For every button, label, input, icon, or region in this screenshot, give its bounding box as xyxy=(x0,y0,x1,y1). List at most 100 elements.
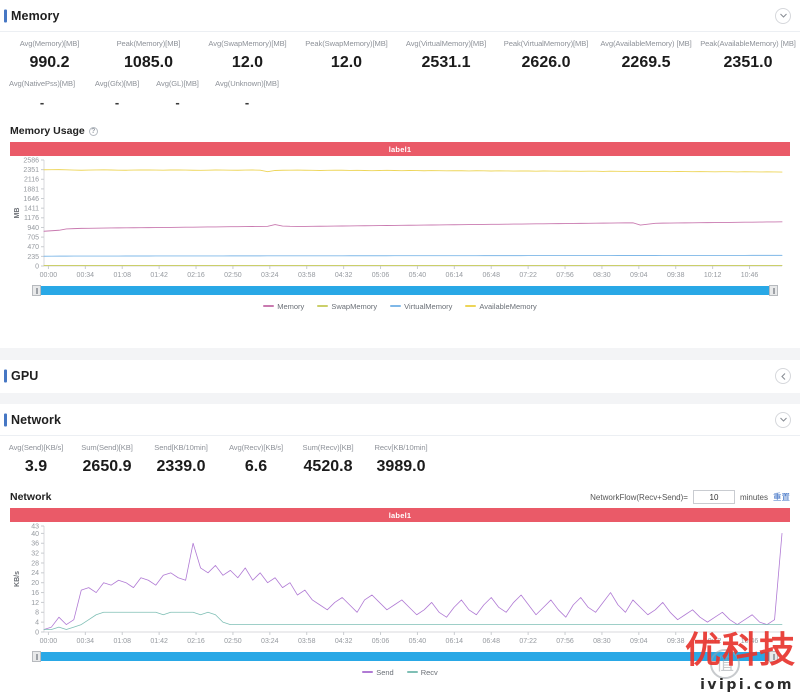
svg-text:03:58: 03:58 xyxy=(298,638,316,645)
legend-label: Memory xyxy=(277,302,304,311)
memory-chart-plot[interactable]: 0235470705940117614111646188121162351258… xyxy=(10,156,790,284)
network-collapse-button[interactable] xyxy=(775,412,791,428)
svg-text:06:48: 06:48 xyxy=(482,638,500,645)
network-panel-header: Network xyxy=(0,404,800,436)
memory-chart-title: Memory Usage xyxy=(10,125,85,137)
metric-value: 2351.0 xyxy=(696,52,800,74)
svg-text:2116: 2116 xyxy=(24,177,39,184)
metric-value: 4520.8 xyxy=(292,456,364,478)
metric-value: - xyxy=(84,92,150,114)
memory-chart-range-scrollbar[interactable] xyxy=(36,286,774,295)
network-flow-reset-link[interactable]: 重置 xyxy=(773,491,790,503)
svg-text:09:38: 09:38 xyxy=(667,272,685,279)
network-chart-header: Network NetworkFlow(Recv+Send)= minutes … xyxy=(10,488,790,506)
svg-text:10:12: 10:12 xyxy=(704,272,722,279)
legend-label: SwapMemory xyxy=(331,302,377,311)
range-handle-right[interactable] xyxy=(769,285,778,296)
metric-card: Avg(NativePss)[MB]- xyxy=(0,78,84,114)
panel-gap-2 xyxy=(0,393,800,404)
network-chart-title: Network xyxy=(10,491,51,503)
metric-label: Recv[KB/10min] xyxy=(364,442,438,454)
metric-label: Avg(NativePss)[MB] xyxy=(0,78,84,90)
svg-text:06:14: 06:14 xyxy=(446,638,464,645)
metric-card: Avg(AvailableMemory) [MB]2269.5 xyxy=(596,38,696,74)
metric-value: 3989.0 xyxy=(364,456,438,478)
svg-text:10:46: 10:46 xyxy=(741,272,759,279)
legend-item[interactable]: Send xyxy=(362,668,394,677)
svg-text:02:16: 02:16 xyxy=(187,638,205,645)
network-chart-block: Network NetworkFlow(Recv+Send)= minutes … xyxy=(0,488,800,682)
legend-swatch xyxy=(407,671,418,673)
svg-text:12: 12 xyxy=(31,600,39,607)
svg-text:08:30: 08:30 xyxy=(593,272,611,279)
svg-text:2586: 2586 xyxy=(23,157,39,164)
memory-chart-header: Memory Usage ? xyxy=(10,122,790,140)
metric-value: 1085.0 xyxy=(99,52,198,74)
legend-swatch xyxy=(263,305,274,307)
chevron-down-icon xyxy=(780,417,787,422)
svg-text:32: 32 xyxy=(31,551,39,558)
range-handle-right[interactable] xyxy=(769,651,778,662)
svg-text:01:42: 01:42 xyxy=(150,272,168,279)
panel-gap-1 xyxy=(0,348,800,360)
legend-swatch xyxy=(465,305,476,307)
svg-text:09:04: 09:04 xyxy=(630,638,648,645)
svg-text:10:46: 10:46 xyxy=(741,638,759,645)
legend-label: Recv xyxy=(421,668,438,677)
gpu-panel-header: GPU xyxy=(0,360,800,392)
svg-text:09:38: 09:38 xyxy=(667,638,685,645)
gpu-title: GPU xyxy=(0,369,38,383)
svg-text:05:06: 05:06 xyxy=(372,272,390,279)
svg-text:04:32: 04:32 xyxy=(335,272,353,279)
metric-value: 3.9 xyxy=(0,456,72,478)
range-handle-left[interactable] xyxy=(32,285,41,296)
legend-item[interactable]: VirtualMemory xyxy=(390,302,452,311)
network-chart-plot[interactable]: 048121620242832364043KB/s00:0000:3401:08… xyxy=(10,522,790,650)
network-flow-label: NetworkFlow(Recv+Send)= xyxy=(590,493,688,502)
metric-label: Avg(GL)[MB] xyxy=(150,78,205,90)
svg-text:07:22: 07:22 xyxy=(519,272,537,279)
svg-text:940: 940 xyxy=(27,225,39,232)
metric-label: Avg(Recv)[KB/s] xyxy=(220,442,292,454)
network-chart-label-bar: label1 xyxy=(10,508,790,522)
legend-swatch xyxy=(362,671,373,673)
memory-chart-label-bar: label1 xyxy=(10,142,790,156)
svg-text:20: 20 xyxy=(31,580,39,587)
legend-label: Send xyxy=(376,668,394,677)
metric-label: Peak(AvailableMemory) [MB] xyxy=(696,38,800,50)
memory-collapse-button[interactable] xyxy=(775,8,791,24)
legend-item[interactable]: Recv xyxy=(407,668,438,677)
memory-panel-header: Memory xyxy=(0,0,800,32)
svg-text:03:58: 03:58 xyxy=(298,272,316,279)
question-mark-icon[interactable]: ? xyxy=(89,127,98,136)
network-chart-range-scrollbar[interactable] xyxy=(36,652,774,661)
network-title: Network xyxy=(0,413,61,427)
svg-text:10:12: 10:12 xyxy=(704,638,722,645)
metric-value: - xyxy=(150,92,205,114)
svg-text:1881: 1881 xyxy=(23,186,39,193)
legend-item[interactable]: AvailableMemory xyxy=(465,302,536,311)
legend-swatch xyxy=(390,305,401,307)
svg-text:02:50: 02:50 xyxy=(224,272,242,279)
legend-item[interactable]: Memory xyxy=(263,302,304,311)
svg-text:36: 36 xyxy=(31,541,39,548)
svg-text:00:34: 00:34 xyxy=(77,638,95,645)
memory-metrics-row-1: Avg(Memory)[MB]990.2Peak(Memory)[MB]1085… xyxy=(0,32,800,76)
svg-text:1176: 1176 xyxy=(24,215,39,222)
svg-text:08:30: 08:30 xyxy=(593,638,611,645)
svg-text:07:56: 07:56 xyxy=(556,272,574,279)
svg-text:4: 4 xyxy=(35,620,39,627)
gpu-collapse-button[interactable] xyxy=(775,368,791,384)
svg-text:MB: MB xyxy=(14,208,21,219)
svg-text:00:34: 00:34 xyxy=(77,272,95,279)
legend-item[interactable]: SwapMemory xyxy=(317,302,377,311)
network-chart-legend: Send Recv xyxy=(10,666,790,678)
svg-text:05:06: 05:06 xyxy=(372,638,390,645)
legend-label: VirtualMemory xyxy=(404,302,452,311)
network-flow-minutes-input[interactable] xyxy=(693,490,735,504)
svg-text:06:48: 06:48 xyxy=(482,272,500,279)
memory-metrics-row-2: Avg(NativePss)[MB]-Avg(Gfx)[MB]-Avg(GL)[… xyxy=(0,76,800,116)
svg-text:07:22: 07:22 xyxy=(519,638,537,645)
svg-text:43: 43 xyxy=(31,523,39,530)
range-handle-left[interactable] xyxy=(32,651,41,662)
